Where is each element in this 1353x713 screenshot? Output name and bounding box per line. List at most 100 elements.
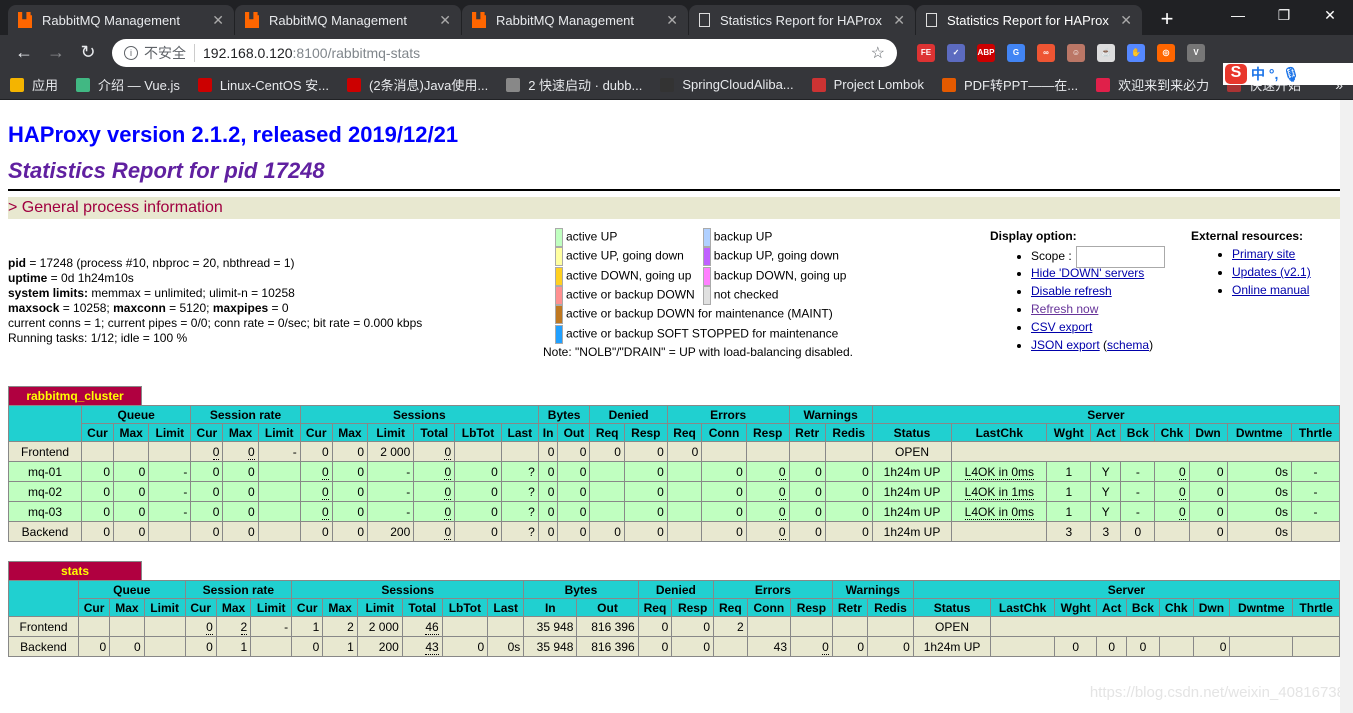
table-cell[interactable]: 46	[401, 616, 443, 637]
table-cell	[1229, 636, 1294, 657]
table-cell[interactable]: 0	[745, 521, 790, 542]
legend-label: not checked	[713, 287, 779, 302]
forward-button[interactable]: →	[40, 42, 72, 63]
bookmark-item[interactable]: 欢迎来到来必力	[1096, 75, 1209, 94]
v-extension-icon[interactable]: V	[1187, 43, 1205, 62]
pid-value: = 17248 (process #10, nbproc = 20, nbthr…	[26, 256, 295, 270]
browser-tab[interactable]: RabbitMQ Management ✕	[235, 5, 461, 35]
table-cell: 0	[701, 461, 747, 482]
json-export-link[interactable]: JSON export	[1031, 338, 1100, 352]
hide-down-servers-link[interactable]: Hide 'DOWN' servers	[1031, 266, 1144, 280]
close-tab-icon[interactable]: ✕	[212, 12, 224, 29]
table-cell[interactable]: 0	[299, 481, 333, 502]
legend-item: active or backup DOWN	[555, 286, 703, 306]
table-cell[interactable]: L4OK in 0ms	[951, 461, 1048, 482]
table-cell[interactable]: 0	[790, 636, 833, 657]
table-cell[interactable]: 0	[413, 481, 456, 502]
table-cell[interactable]: 0	[745, 461, 790, 482]
url-host: 192.168.0.120	[203, 44, 293, 61]
bookmark-item[interactable]: 2 快速启动 · dubb...	[506, 75, 642, 94]
disable-refresh-link[interactable]: Disable refresh	[1031, 284, 1112, 298]
back-button[interactable]: ←	[8, 42, 40, 63]
new-tab-button[interactable]: +	[1153, 5, 1181, 33]
bookmark-star-icon[interactable]: ☆	[871, 43, 885, 63]
table-cell[interactable]: 0	[413, 441, 456, 462]
bookmark-favicon-icon	[197, 77, 212, 92]
browser-tab[interactable]: Statistics Report for HAProx ✕	[689, 5, 915, 35]
lifebuoy-extension-icon[interactable]: ◎	[1157, 43, 1175, 62]
close-window-button[interactable]: ✕	[1307, 0, 1353, 30]
current-stats: current conns = 1; current pipes = 0/0; …	[8, 316, 423, 330]
online-manual-link[interactable]: Online manual	[1232, 283, 1309, 297]
table-cell: 0	[80, 461, 115, 482]
bookmark-item[interactable]: Linux-CentOS 安...	[197, 75, 329, 94]
reload-button[interactable]: ↻	[72, 42, 104, 63]
close-tab-icon[interactable]: ✕	[666, 12, 678, 29]
table-cell[interactable]: L4OK in 0ms	[951, 501, 1048, 522]
table-cell[interactable]: 0	[745, 501, 790, 522]
browser-tab[interactable]: Statistics Report for HAProx ✕	[916, 5, 1142, 35]
bookmark-item[interactable]: 应用	[10, 75, 58, 94]
browser-tab[interactable]: RabbitMQ Management ✕	[8, 5, 234, 35]
table-cell: 0	[80, 521, 115, 542]
close-tab-icon[interactable]: ✕	[1120, 12, 1132, 29]
legend-item: active DOWN, going up	[555, 266, 703, 286]
column-header: Req	[589, 423, 625, 442]
table-cell[interactable]: 0	[1154, 461, 1190, 482]
table-cell[interactable]: 43	[401, 636, 443, 657]
bookmark-item[interactable]: Project Lombok	[811, 77, 924, 92]
maximize-button[interactable]: ❐	[1261, 0, 1307, 30]
close-tab-icon[interactable]: ✕	[439, 12, 451, 29]
bookmark-item[interactable]: PDF转PPT——在...	[941, 75, 1078, 94]
updates-link[interactable]: Updates (v2.1)	[1232, 265, 1311, 279]
column-header: Max	[215, 598, 252, 617]
maxsock-value: = 10258;	[59, 301, 114, 315]
table-cell[interactable]: 2	[215, 616, 252, 637]
table-cell[interactable]: 0	[299, 501, 333, 522]
browser-tab[interactable]: RabbitMQ Management ✕	[462, 5, 688, 35]
table-cell: -	[1290, 461, 1341, 482]
ime-toolbar[interactable]: S 中 °, 🎙	[1223, 63, 1353, 85]
column-header: Cur	[184, 598, 217, 617]
check-extension-icon[interactable]: ✓	[947, 43, 965, 62]
table-cell[interactable]: 0	[190, 441, 224, 462]
close-tab-icon[interactable]: ✕	[893, 12, 905, 29]
table-cell[interactable]: 0	[413, 501, 456, 522]
cup-extension-icon[interactable]: ☕	[1097, 43, 1115, 62]
table-cell[interactable]: 0	[184, 616, 217, 637]
table-cell[interactable]: 0	[222, 441, 259, 462]
table-cell[interactable]: L4OK in 1ms	[951, 481, 1048, 502]
csv-export-link[interactable]: CSV export	[1031, 320, 1092, 334]
refresh-now-link[interactable]: Refresh now	[1031, 302, 1098, 316]
table-cell[interactable]: 0	[1154, 481, 1190, 502]
column-header: Chk	[1158, 598, 1194, 617]
table-cell[interactable]: 0	[413, 521, 456, 542]
minimize-button[interactable]: —	[1215, 0, 1261, 30]
table-cell: 0	[824, 521, 873, 542]
translate-extension-icon[interactable]: G	[1007, 43, 1025, 62]
info-icon[interactable]: i	[124, 45, 138, 60]
table-cell[interactable]: 0	[745, 481, 790, 502]
hand-extension-icon[interactable]: ✋	[1127, 43, 1145, 62]
primary-site-link[interactable]: Primary site	[1232, 247, 1295, 261]
table-cell: 0	[623, 521, 668, 542]
bookmark-item[interactable]: SpringCloudAliba...	[660, 77, 794, 92]
monkey-extension-icon[interactable]: ☺	[1067, 43, 1085, 62]
page-scrollbar[interactable]	[1340, 100, 1353, 713]
column-header: In	[537, 423, 559, 442]
schema-link[interactable]: schema	[1107, 338, 1149, 352]
bookmark-item[interactable]: (2条消息)Java使用...	[347, 75, 488, 94]
table-cell[interactable]: 0	[413, 461, 456, 482]
address-bar[interactable]: i 不安全 192.168.0.120 :8100/rabbitmq-stats…	[112, 38, 897, 67]
infinity-extension-icon[interactable]: ∞	[1037, 43, 1055, 62]
bookmark-item[interactable]: 介绍 — Vue.js	[76, 75, 180, 94]
table-cell[interactable]: 0	[1154, 501, 1190, 522]
table-cell: Backend	[8, 636, 79, 657]
table-cell[interactable]: 0	[299, 461, 333, 482]
table-cell: -	[1120, 461, 1156, 482]
fe-extension-icon[interactable]: FE	[917, 43, 935, 62]
table-cell: ?	[500, 501, 539, 522]
bookmarks-bar: 应用 介绍 — Vue.js Linux-CentOS 安... (2条消息)Java…	[0, 70, 1353, 100]
table-row: mq-01 0 0-0 0 0 0-0 0? 0 0 0 0 0 0 0 1h24m UP L4OK in 0…	[8, 461, 1341, 482]
abp-extension-icon[interactable]: ABP	[977, 43, 995, 62]
